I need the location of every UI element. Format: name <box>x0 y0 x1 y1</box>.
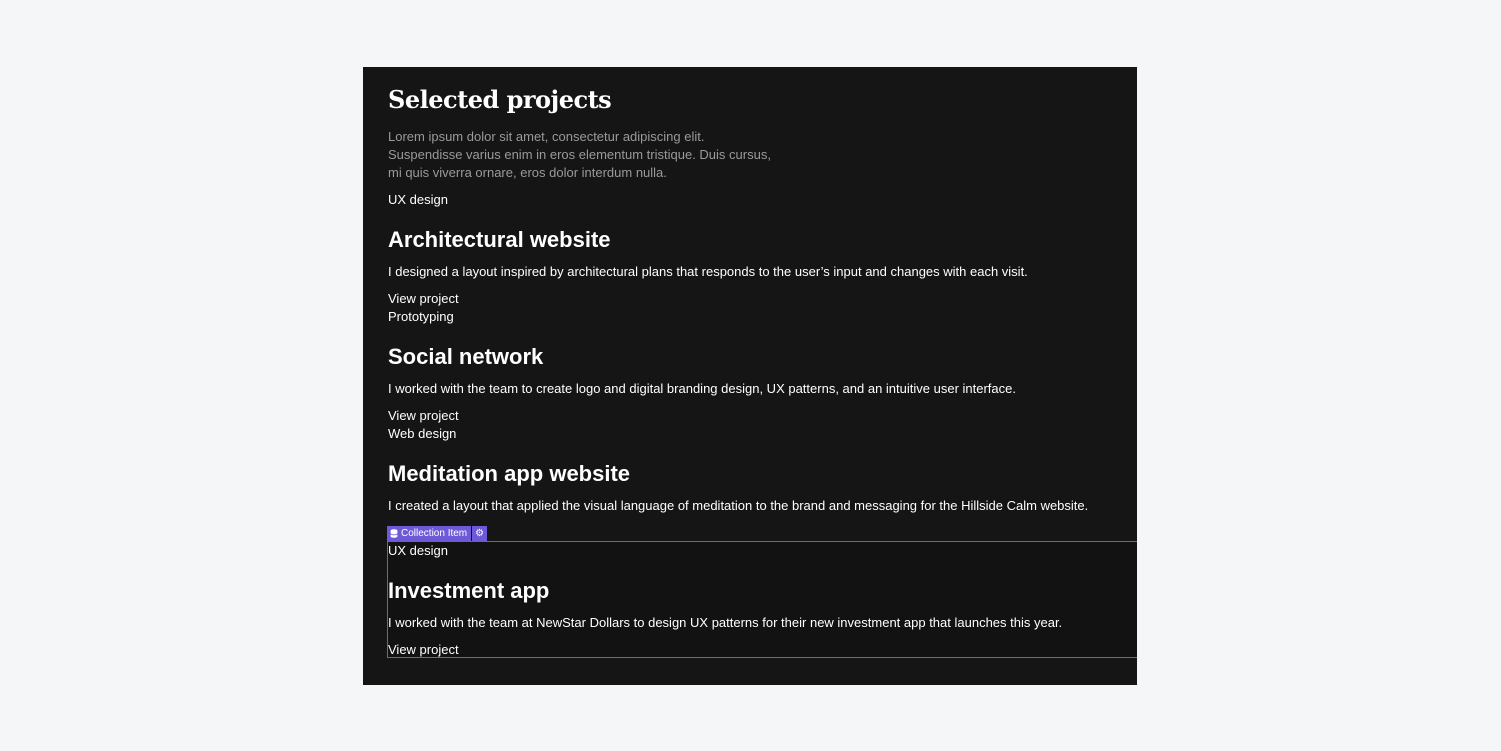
project-title: Architectural website <box>388 227 611 252</box>
intro-line: Lorem ipsum dolor sit amet, consectetur … <box>388 129 705 144</box>
view-project-link[interactable]: View project <box>388 407 459 425</box>
gear-icon[interactable]: ⚙ <box>472 526 488 541</box>
project-tag: UX design <box>388 543 448 558</box>
view-project-link[interactable]: View project <box>388 641 459 659</box>
intro-line: Suspendisse varius enim in eros elementu… <box>388 147 771 162</box>
project-description: I designed a layout inspired by architec… <box>388 264 1028 279</box>
designer-canvas: Collection Item ⚙ Selected projects Lore… <box>363 67 1137 685</box>
project-title: Meditation app website <box>388 461 631 486</box>
collection-item-label[interactable]: Collection Item <box>387 526 472 541</box>
project-tag: Web design <box>388 426 457 441</box>
collection-item-badge[interactable]: Collection Item ⚙ <box>387 526 488 541</box>
database-icon <box>390 529 398 538</box>
view-project-link[interactable]: View project <box>388 290 459 308</box>
collection-item-text: Collection Item <box>401 528 468 539</box>
intro-line: mi quis viverra ornare, eros dolor inter… <box>388 165 667 180</box>
project-tag: UX design <box>388 192 448 207</box>
project-tag: Prototyping <box>388 309 454 324</box>
intro-paragraph: Lorem ipsum dolor sit amet, consectetur … <box>388 128 848 182</box>
project-description: I worked with the team to create logo an… <box>388 381 1016 396</box>
project-description: I worked with the team at NewStar Dollar… <box>388 615 1063 630</box>
project-description: I created a layout that applied the visu… <box>388 498 1089 513</box>
project-title: Investment app <box>388 578 550 603</box>
project-title: Social network <box>388 344 544 369</box>
page-title: Selected projects <box>388 85 612 114</box>
